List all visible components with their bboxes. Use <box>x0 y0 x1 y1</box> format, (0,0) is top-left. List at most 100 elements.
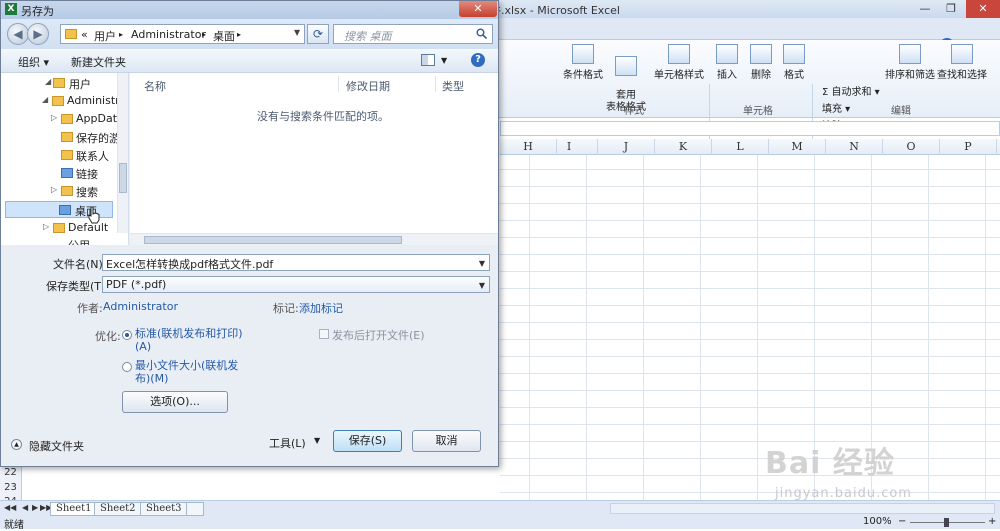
author-value[interactable]: Administrator <box>103 300 178 313</box>
nav-item-searches[interactable]: ▷ 搜索 <box>1 183 117 200</box>
filename-input[interactable]: Excel怎样转换成pdf格式文件.pdf ▼ <box>102 254 490 271</box>
column-header[interactable]: N <box>826 139 883 155</box>
expanded-arrow-icon[interactable]: ◢ <box>42 95 48 104</box>
nav-item-public[interactable]: 公用 <box>1 236 117 245</box>
expanded-arrow-icon[interactable]: ◢ <box>45 77 51 86</box>
radio-minimum[interactable] <box>122 362 132 372</box>
breadcrumb-separator-icon[interactable]: ▸ <box>237 30 241 39</box>
open-after-checkbox[interactable] <box>319 329 329 339</box>
find-select-button[interactable]: 查找和选择 <box>937 44 987 81</box>
organize-button[interactable]: 组织 ▾ <box>18 54 49 70</box>
column-header[interactable]: O <box>883 139 940 155</box>
fill-button[interactable]: 填充 ▾ <box>822 100 850 115</box>
prev-sheet-icon[interactable]: ◀ <box>22 503 28 512</box>
column-header[interactable]: I <box>541 139 598 155</box>
format-button[interactable]: 格式 <box>783 44 805 81</box>
chevron-down-icon[interactable]: ▼ <box>294 28 300 37</box>
zoom-slider-thumb[interactable] <box>944 518 949 527</box>
dialog-title-bar[interactable]: X 另存为 ✕ <box>1 1 498 19</box>
autosum-button[interactable]: Σ 自动求和 ▾ <box>822 83 880 98</box>
close-icon[interactable]: ✕ <box>966 0 1000 18</box>
breadcrumb-item[interactable]: 用户 <box>94 28 116 44</box>
delete-button[interactable]: 删除 <box>750 44 772 81</box>
scrollbar-thumb[interactable] <box>144 236 402 244</box>
empty-message: 没有与搜索条件匹配的项。 <box>257 110 389 123</box>
chevron-down-icon[interactable]: ▼ <box>479 281 485 290</box>
search-input[interactable]: 搜索 桌面 <box>333 24 493 44</box>
breadcrumb-separator-icon[interactable]: ▸ <box>202 30 206 39</box>
conditional-format-button[interactable]: 条件格式 <box>563 44 603 81</box>
column-divider[interactable] <box>435 76 436 92</box>
radio-standard[interactable] <box>122 330 132 340</box>
chevron-down-icon[interactable]: ▼ <box>314 436 320 445</box>
cancel-button[interactable]: 取消 <box>412 430 481 452</box>
next-sheet-icon[interactable]: ▶ <box>32 503 38 512</box>
nav-item-appdata[interactable]: ▷ AppData <box>1 111 117 128</box>
tools-button[interactable]: 工具(L) <box>269 435 306 451</box>
group-label-cells: 单元格 <box>743 106 773 117</box>
forward-icon[interactable]: ▶ <box>27 23 49 45</box>
format-icon <box>783 44 805 64</box>
column-type[interactable]: 类型 <box>442 78 464 94</box>
new-sheet-icon[interactable] <box>186 502 204 516</box>
tags-input[interactable]: 添加标记 <box>299 300 343 316</box>
nav-item-users[interactable]: ◢ 用户 <box>1 75 117 92</box>
breadcrumb-overflow[interactable]: « <box>81 28 88 41</box>
new-folder-button[interactable]: 新建文件夹 <box>71 54 126 70</box>
dialog-close-button[interactable]: ✕ <box>459 1 497 17</box>
chevron-down-icon[interactable]: ▼ <box>479 259 485 268</box>
column-header[interactable]: M <box>769 139 826 155</box>
minimize-icon[interactable]: — <box>912 0 938 18</box>
formula-bar[interactable] <box>500 121 1000 136</box>
tags-label: 标记: <box>273 302 299 315</box>
sheet-tab[interactable]: Sheet3 <box>140 502 188 516</box>
collapsed-arrow-icon[interactable]: ▷ <box>43 222 49 231</box>
help-icon[interactable]: ? <box>471 53 485 67</box>
save-button[interactable]: 保存(S) <box>333 430 402 452</box>
column-header[interactable]: P <box>940 139 997 155</box>
zoom-out-icon[interactable]: − <box>898 516 906 527</box>
view-options-icon[interactable] <box>421 54 435 66</box>
column-header[interactable]: J <box>598 139 655 155</box>
sheet-tab[interactable]: Sheet2 <box>94 502 142 516</box>
conditional-format-icon <box>572 44 594 64</box>
refresh-button[interactable]: ⟳ <box>307 24 329 44</box>
opt-minimum-label[interactable]: 最小文件大小(联机发 布)(M) <box>135 359 238 385</box>
options-button[interactable]: 选项(O)... <box>122 391 228 413</box>
column-divider[interactable] <box>338 76 339 92</box>
nav-pane-scrollbar[interactable] <box>117 73 128 233</box>
chevron-down-icon[interactable]: ▼ <box>441 56 447 65</box>
column-modified[interactable]: 修改日期 <box>346 78 390 94</box>
address-bar[interactable]: « 用户 ▸ Administrator ▸ 桌面 ▸ ▼ <box>60 24 305 44</box>
zoom-level[interactable]: 100% <box>863 516 892 527</box>
first-sheet-icon[interactable]: ◀◀ <box>4 503 16 512</box>
dialog-title: 另存为 <box>21 5 54 18</box>
cell-styles-button[interactable]: 单元格样式 <box>654 44 704 81</box>
nav-item-saved-games[interactable]: 保存的游 <box>1 129 117 146</box>
nav-item-contacts[interactable]: 联系人 <box>1 147 117 164</box>
filetype-select[interactable]: PDF (*.pdf) ▼ <box>102 276 490 293</box>
back-icon[interactable]: ◀ <box>7 23 29 45</box>
row-header[interactable]: 22 <box>0 467 22 482</box>
nav-item-links[interactable]: 链接 <box>1 165 117 182</box>
column-name[interactable]: 名称 <box>144 78 166 94</box>
maximize-icon[interactable]: ❐ <box>938 0 964 18</box>
file-list[interactable]: 名称 修改日期 类型 没有与搜索条件匹配的项。 <box>130 73 498 245</box>
file-list-scrollbar[interactable] <box>130 233 498 245</box>
collapsed-arrow-icon[interactable]: ▷ <box>51 113 57 122</box>
nav-item-administrator[interactable]: ◢ Administra <box>1 93 117 110</box>
scrollbar-thumb[interactable] <box>119 163 127 193</box>
column-header[interactable]: K <box>655 139 712 155</box>
search-icon[interactable] <box>476 28 487 39</box>
breadcrumb-item[interactable]: Administrator <box>131 28 206 41</box>
column-header[interactable]: L <box>712 139 769 155</box>
insert-button[interactable]: 插入 <box>716 44 738 81</box>
zoom-in-icon[interactable]: + <box>988 516 996 527</box>
breadcrumb-separator-icon[interactable]: ▸ <box>119 30 123 39</box>
sort-filter-button[interactable]: 排序和筛选 <box>885 44 935 81</box>
sheet-tab[interactable]: Sheet1 <box>50 502 98 516</box>
row-header[interactable]: 23 <box>0 482 22 497</box>
breadcrumb-item[interactable]: 桌面 <box>213 28 235 44</box>
opt-standard-label[interactable]: 标准(联机发布和打印) (A) <box>135 327 243 353</box>
collapsed-arrow-icon[interactable]: ▷ <box>51 185 57 194</box>
